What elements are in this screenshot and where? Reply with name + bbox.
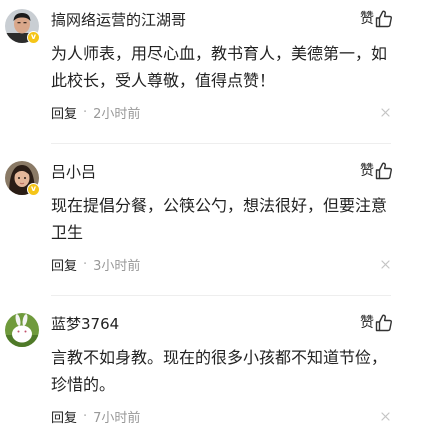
comment-meta: 回复 · 3小时前 [51,254,140,274]
comment-text: 现在提倡分餐，公筷公勺，想法很好，但要注意卫生 [51,196,388,242]
thumbs-up-icon [375,10,393,28]
timestamp: 2小时前 [93,106,141,122]
comment-meta: 回复 · 2小时前 [51,102,140,122]
verified-badge-icon: v [27,183,40,196]
comment-text: 为人师表，用尽心血，教书育人，美德第一，如此校长，受人尊敬，值得点赞！ [51,44,388,90]
divider [51,295,391,296]
comment-meta: 回复 · 7小时前 [51,406,140,426]
separator-dot: · [83,256,88,272]
comment-item: v 搞网络运营的江湖哥 赞 为人师表，用尽心血，教书育人，美德第一，如此校长，受… [0,0,421,144]
close-icon[interactable] [379,406,391,426]
close-icon[interactable] [379,254,391,274]
like-label: 赞 [360,315,374,331]
thumbs-up-icon [375,162,393,180]
thumbs-up-icon [375,314,393,332]
verified-badge-icon: v [27,31,40,44]
separator-dot: · [83,408,88,424]
username[interactable]: 吕小吕 [51,162,96,182]
reply-button[interactable]: 回复 [51,407,77,426]
username[interactable]: 搞网络运营的江湖哥 [51,10,186,30]
avatar-rabbit-image [5,313,39,347]
close-icon[interactable] [379,102,391,122]
divider [51,143,391,144]
like-button[interactable]: 赞 [360,313,393,333]
avatar[interactable] [5,313,39,347]
comment-text: 言教不如身教。现在的很多小孩都不知道节俭，珍惜的。 [51,348,388,394]
like-button[interactable]: 赞 [360,9,393,29]
username[interactable]: 蓝梦3764 [51,314,119,334]
reply-button[interactable]: 回复 [51,103,77,122]
like-label: 赞 [360,11,374,27]
separator-dot: · [83,104,88,120]
comment-item: 蓝梦3764 赞 言教不如身教。现在的很多小孩都不知道节俭，珍惜的。 回复 · … [0,304,421,448]
like-button[interactable]: 赞 [360,161,393,181]
comment-item: v 吕小吕 赞 现在提倡分餐，公筷公勺，想法很好，但要注意卫生 回复 · 3小时… [0,152,421,296]
timestamp: 3小时前 [93,258,141,274]
timestamp: 7小时前 [93,410,141,426]
like-label: 赞 [360,163,374,179]
reply-button[interactable]: 回复 [51,255,77,274]
